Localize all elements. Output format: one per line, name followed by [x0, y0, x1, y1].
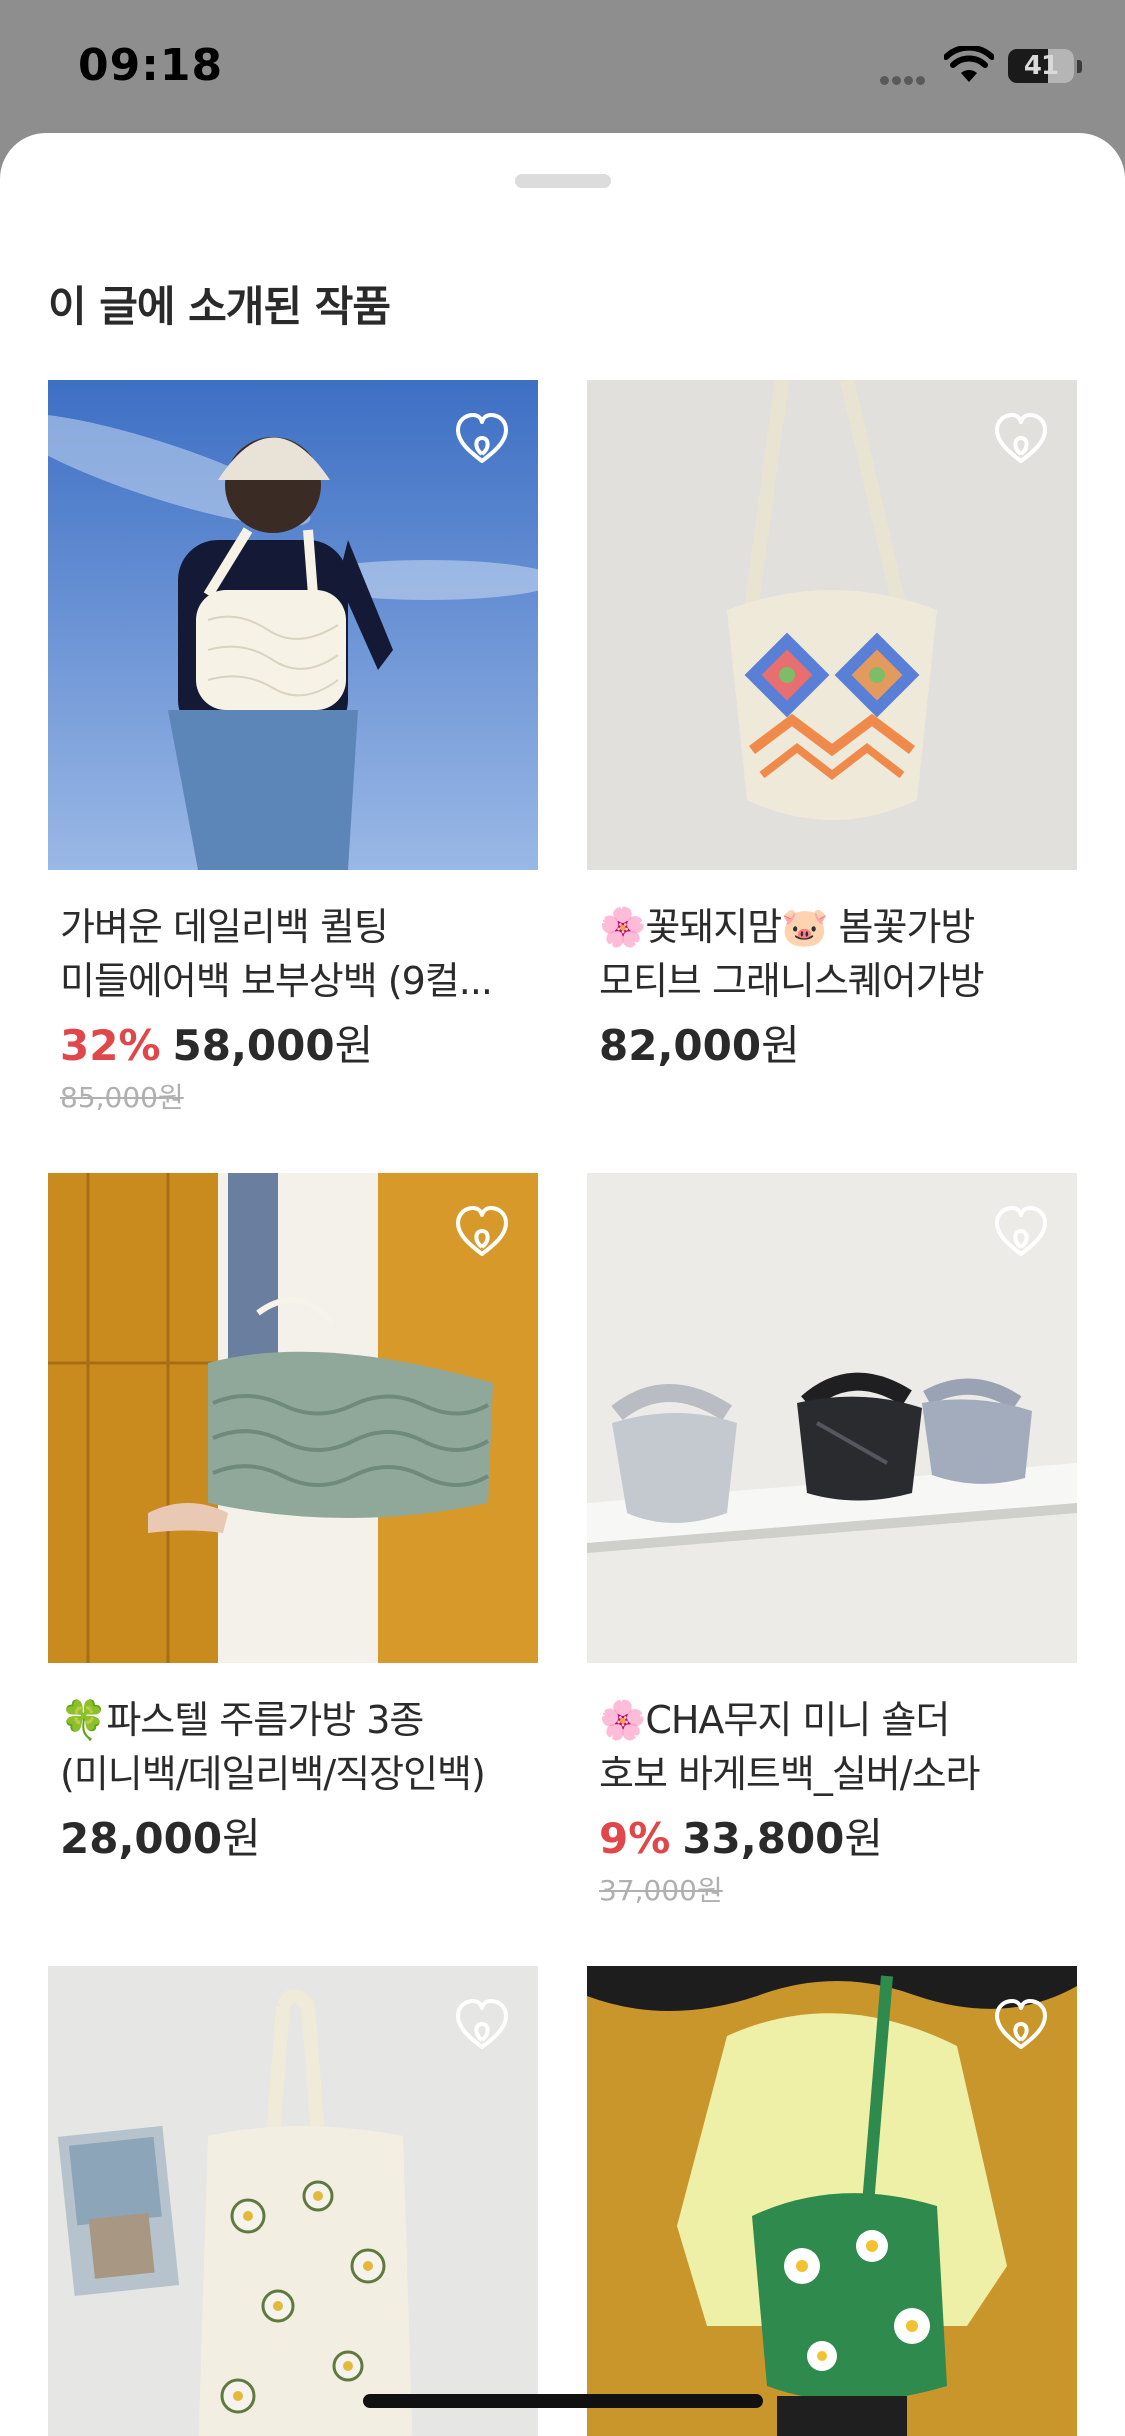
product-card[interactable]	[587, 1966, 1077, 2436]
currency-unit: 원	[222, 1814, 261, 1863]
cellular-signal-icon	[880, 70, 928, 89]
product-name-line2: 미들에어백 보부상백 (9컬...	[60, 959, 493, 1003]
original-price: 37,000원	[599, 1874, 723, 1907]
discount-rate: 9%	[599, 1814, 671, 1863]
discount-rate: 32%	[60, 1021, 161, 1070]
product-name-line1: 🌸꽃돼지맘🐷 봄꽃가방	[599, 905, 975, 949]
currency-unit: 원	[761, 1021, 800, 1070]
product-image[interactable]	[587, 1966, 1077, 2436]
status-bar: 09:18 41	[0, 0, 1125, 135]
status-time: 09:18	[78, 40, 224, 91]
heart-outline-icon[interactable]	[991, 1203, 1051, 1263]
product-card[interactable]: 🌸꽃돼지맘🐷 봄꽃가방 모티브 그래니스퀘어가방 82,000원	[587, 380, 1077, 1074]
product-name[interactable]: 🌸꽃돼지맘🐷 봄꽃가방 모티브 그래니스퀘어가방	[587, 900, 1077, 1008]
sheet-grabber[interactable]	[515, 174, 611, 188]
price-row: 9% 33,800원	[587, 1811, 1077, 1867]
product-image[interactable]	[587, 380, 1077, 870]
product-card[interactable]: 🍀파스텔 주름가방 3종 (미니백/데일리백/직장인백) 28,000원	[48, 1173, 538, 1867]
product-name-line2: 모티브 그래니스퀘어가방	[599, 959, 985, 1003]
heart-outline-icon[interactable]	[452, 1996, 512, 2056]
product-image[interactable]	[48, 1173, 538, 1663]
product-name[interactable]: 🍀파스텔 주름가방 3종 (미니백/데일리백/직장인백)	[48, 1693, 538, 1801]
battery-level: 41	[1023, 51, 1059, 81]
battery-icon: 41	[1008, 49, 1074, 83]
heart-outline-icon[interactable]	[452, 410, 512, 470]
product-name-line1: 🍀파스텔 주름가방 3종	[60, 1698, 424, 1742]
sale-price: 58,000	[172, 1021, 335, 1070]
product-card[interactable]	[48, 1966, 538, 2436]
sheet-title: 이 글에 소개된 작품	[48, 282, 391, 331]
heart-outline-icon[interactable]	[991, 410, 1051, 470]
home-indicator[interactable]	[363, 2394, 763, 2408]
product-name-line1: 🌸CHA무지 미니 숄더	[599, 1698, 950, 1742]
wifi-icon	[944, 46, 994, 82]
heart-outline-icon[interactable]	[452, 1203, 512, 1263]
product-card[interactable]: 가벼운 데일리백 퀼팅 미들에어백 보부상백 (9컬... 32% 58,000원…	[48, 380, 538, 1116]
currency-unit: 원	[334, 1021, 374, 1070]
heart-outline-icon[interactable]	[991, 1996, 1051, 2056]
sale-price: 33,800	[682, 1814, 845, 1863]
product-name-line2: (미니백/데일리백/직장인백)	[60, 1752, 486, 1796]
original-price: 85,000원	[60, 1081, 184, 1114]
currency-unit: 원	[844, 1814, 884, 1863]
price-row: 32% 58,000원	[48, 1018, 538, 1074]
product-card[interactable]: 🌸CHA무지 미니 숄더 호보 바게트백_실버/소라 9% 33,800원 37,…	[587, 1173, 1077, 1909]
product-name[interactable]: 🌸CHA무지 미니 숄더 호보 바게트백_실버/소라	[587, 1693, 1077, 1801]
product-name[interactable]: 가벼운 데일리백 퀼팅 미들에어백 보부상백 (9컬...	[48, 900, 538, 1008]
product-name-line1: 가벼운 데일리백 퀼팅	[60, 905, 389, 949]
product-name-line2: 호보 바게트백_실버/소라	[599, 1752, 980, 1796]
price-row: 82,000원	[587, 1018, 1077, 1074]
sale-price: 28,000	[60, 1814, 223, 1863]
sale-price: 82,000	[599, 1021, 762, 1070]
bottom-sheet: 이 글에 소개된 작품 가벼운 데일리백 퀼팅 미들에어백 보부상백 (9컬..…	[0, 133, 1125, 2436]
product-image[interactable]	[48, 1966, 538, 2436]
product-image[interactable]	[587, 1173, 1077, 1663]
product-image[interactable]	[48, 380, 538, 870]
price-row: 28,000원	[48, 1811, 538, 1867]
